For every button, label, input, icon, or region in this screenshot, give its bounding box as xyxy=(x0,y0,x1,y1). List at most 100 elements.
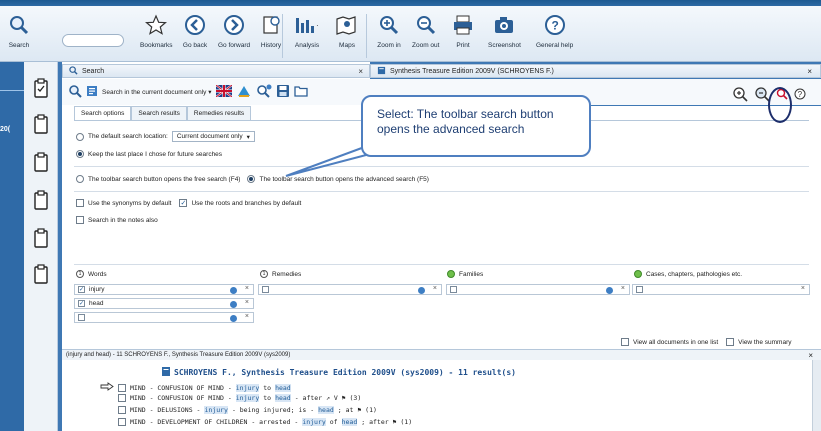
default-location-select[interactable]: Current document only ▾ xyxy=(171,131,255,142)
remedy-search-icon[interactable] xyxy=(236,84,252,100)
remedy-term-row-empty[interactable]: × xyxy=(258,284,442,295)
family-term-checkbox[interactable] xyxy=(450,286,457,293)
search-scope-dropdown[interactable]: Search in the current document only ▾ xyxy=(102,88,212,96)
list-item[interactable]: MIND - CONFUSION OF MIND - injury to hea… xyxy=(118,394,361,402)
word-term-value[interactable]: injury xyxy=(89,286,105,293)
use-roots-label: Use the roots and branches by default xyxy=(191,199,302,207)
search-notes-checkbox[interactable] xyxy=(76,216,84,224)
flag-icon[interactable] xyxy=(214,84,233,99)
search-panel-title: Search xyxy=(82,67,105,75)
close-icon[interactable]: × xyxy=(807,67,812,76)
free-search-label: The toolbar search button opens the free… xyxy=(88,175,241,183)
help-icon[interactable]: ? xyxy=(794,88,806,102)
divider xyxy=(74,264,809,265)
close-icon[interactable]: × xyxy=(808,351,813,360)
history-button[interactable]: History xyxy=(258,12,284,49)
camera-icon xyxy=(491,12,517,38)
words-icon: 1 xyxy=(76,270,84,278)
results-scrollbar[interactable] xyxy=(812,360,821,431)
callout-text: Select: The toolbar search button opens … xyxy=(377,107,554,136)
svg-text:?: ? xyxy=(551,19,558,33)
star-icon xyxy=(143,12,169,38)
word-term-row[interactable]: ✓ injury × xyxy=(74,284,254,295)
result-checkbox[interactable] xyxy=(118,418,126,426)
use-roots-checkbox[interactable]: ✓ xyxy=(179,199,188,207)
list-item[interactable]: MIND - DEVELOPMENT OF CHILDREN - arreste… xyxy=(118,418,412,426)
go-back-button[interactable]: Go back xyxy=(182,12,208,49)
result-checkbox[interactable] xyxy=(118,383,126,392)
document-tab[interactable]: Synthesis Treasure Edition 2009V (SCHROY… xyxy=(370,64,821,78)
remove-term-icon[interactable]: × xyxy=(245,285,249,292)
search-term-icon[interactable] xyxy=(230,301,237,308)
close-icon[interactable]: × xyxy=(358,67,363,76)
zoom-out-button[interactable]: Zoom out xyxy=(412,12,439,49)
analysis-button[interactable]: · Analysis xyxy=(294,12,320,49)
clipboard-icon[interactable] xyxy=(33,114,49,134)
remove-term-icon[interactable]: × xyxy=(433,285,437,292)
clipboard-column xyxy=(24,62,58,431)
print-button[interactable]: Print xyxy=(450,12,476,49)
screenshot-button[interactable]: Screenshot xyxy=(488,12,521,49)
free-search-radio[interactable] xyxy=(76,175,84,183)
search-term-icon[interactable] xyxy=(230,287,237,294)
result-checkbox[interactable] xyxy=(118,394,126,402)
clipboard-icon[interactable] xyxy=(33,78,49,98)
remove-term-icon[interactable]: × xyxy=(245,313,249,320)
analysis-label: Analysis xyxy=(294,42,320,49)
word-term-checkbox[interactable]: ✓ xyxy=(78,286,85,293)
use-synonyms-checkbox[interactable] xyxy=(76,199,84,207)
word-term-checkbox[interactable]: ✓ xyxy=(78,300,85,307)
go-back-label: Go back xyxy=(182,42,208,49)
search-icon xyxy=(69,65,78,77)
family-term-row-empty[interactable]: × xyxy=(446,284,630,295)
search-panel-tab[interactable]: Search × xyxy=(62,64,370,78)
tab-search-results[interactable]: Search results xyxy=(131,106,187,120)
result-text: MIND - DEVELOPMENT OF CHILDREN - arreste… xyxy=(130,418,299,426)
maps-button[interactable]: Maps xyxy=(334,12,360,49)
view-summary-checkbox[interactable] xyxy=(726,338,735,346)
tab-remedies-results[interactable]: Remedies results xyxy=(186,106,252,120)
tab-search-options[interactable]: Search options xyxy=(74,106,132,120)
remedy-term-checkbox[interactable] xyxy=(262,286,269,293)
clipboard-icon[interactable] xyxy=(33,228,49,248)
advanced-search-radio[interactable] xyxy=(247,175,256,183)
remove-term-icon[interactable]: × xyxy=(245,299,249,306)
remove-term-icon[interactable]: × xyxy=(621,285,625,292)
default-location-radio[interactable] xyxy=(76,132,84,141)
ribbon-search-input[interactable] xyxy=(62,34,124,47)
default-location-value: Current document only xyxy=(176,133,243,140)
result-text: to xyxy=(263,394,272,402)
search-term-icon[interactable] xyxy=(230,315,237,322)
zoom-out-label: Zoom out xyxy=(412,42,440,49)
bookmarks-button[interactable]: Bookmarks xyxy=(140,12,173,49)
keep-last-place-radio[interactable] xyxy=(76,150,84,158)
result-checkbox[interactable] xyxy=(118,406,126,414)
clipboard-icon[interactable] xyxy=(33,152,49,172)
search-term-icon[interactable] xyxy=(418,287,425,294)
open-folder-icon[interactable] xyxy=(293,84,308,100)
general-help-button[interactable]: ? General help xyxy=(536,12,573,49)
search-icon[interactable] xyxy=(68,84,82,100)
results-title: SCHROYENS F., Synthesis Treasure Edition… xyxy=(162,367,516,378)
search-ribbon-button[interactable]: Search xyxy=(6,12,32,49)
zoom-in-button[interactable]: Zoom in xyxy=(376,12,402,49)
word-term-row-empty[interactable]: × xyxy=(74,312,254,323)
word-term-value[interactable]: head xyxy=(89,300,103,307)
list-item[interactable]: MIND - CONFUSION OF MIND - injury to hea… xyxy=(100,382,295,393)
case-term-checkbox[interactable] xyxy=(636,286,643,293)
save-icon[interactable] xyxy=(276,84,290,100)
word-term-checkbox[interactable] xyxy=(78,314,85,321)
zoom-in-icon[interactable] xyxy=(732,86,748,104)
clipboard-icon[interactable] xyxy=(33,190,49,210)
case-term-row-empty[interactable]: × xyxy=(632,284,810,295)
clipboard-icon[interactable] xyxy=(33,264,49,284)
result-text: - after ↗ V ⚑ (3) xyxy=(294,394,362,402)
remove-term-icon[interactable]: × xyxy=(801,285,805,292)
advanced-search-icon[interactable] xyxy=(256,84,272,100)
result-keyword: injury xyxy=(302,418,326,426)
word-term-row[interactable]: ✓ head × xyxy=(74,298,254,309)
search-term-icon[interactable] xyxy=(606,287,613,294)
view-all-docs-checkbox[interactable] xyxy=(621,338,629,346)
list-item[interactable]: MIND - DELUSIONS - injury - being injure… xyxy=(118,406,377,414)
go-forward-button[interactable]: Go forward xyxy=(218,12,250,49)
